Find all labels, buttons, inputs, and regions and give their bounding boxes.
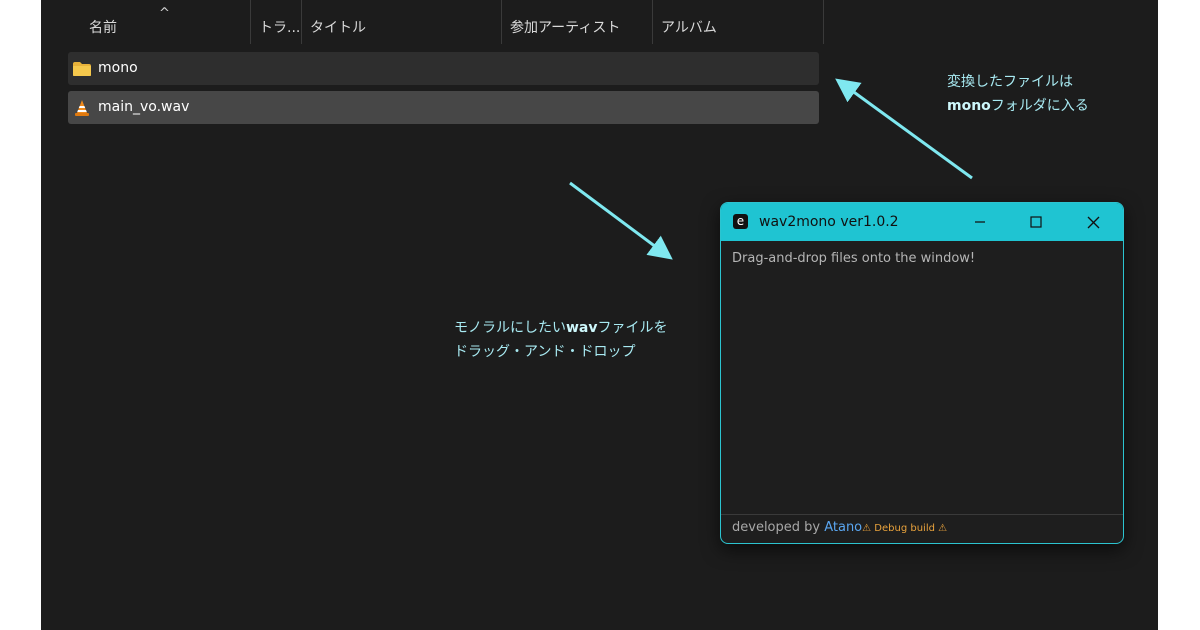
annotation-text: モノラルにしたい xyxy=(454,320,566,336)
maximize-icon xyxy=(1030,216,1042,228)
debug-build-badge: ⚠ Debug build ⚠ xyxy=(862,523,948,534)
annotation-bold: mono xyxy=(947,98,991,114)
window-title: wav2mono ver1.0.2 xyxy=(759,214,899,230)
sort-ascending-icon: ^ xyxy=(159,6,170,21)
title-bar[interactable]: e wav2mono ver1.0.2 xyxy=(721,203,1123,241)
minimize-button[interactable] xyxy=(957,203,1003,241)
footer-prefix: developed by xyxy=(732,520,825,535)
annotation-line: monoフォルダに入る xyxy=(947,94,1089,118)
drop-zone-hint: Drag-and-drop files onto the window! xyxy=(732,251,976,266)
annotation-line: ドラッグ・アンド・ドロップ xyxy=(454,344,636,360)
annotation-text: フォルダに入る xyxy=(990,98,1089,114)
column-header-artist[interactable]: 参加アーティスト xyxy=(502,0,653,44)
annotation-bold: wav xyxy=(566,320,598,336)
column-header-track[interactable]: トラ... xyxy=(251,0,302,44)
annotation-drag-drop: モノラルにしたいwavファイルを ドラッグ・アンド・ドロップ xyxy=(454,316,668,364)
close-button[interactable] xyxy=(1070,203,1116,241)
app-logo-icon: e xyxy=(733,214,748,229)
file-name: main_vo.wav xyxy=(98,99,190,115)
maximize-button[interactable] xyxy=(1013,203,1059,241)
annotation-text: ファイルを xyxy=(597,320,668,336)
footer-bar: developed by Atano⚠ Debug build ⚠ xyxy=(721,514,1123,543)
annotation-line: モノラルにしたいwavファイルを xyxy=(454,316,668,340)
close-icon xyxy=(1087,216,1099,228)
column-header-bar: 名前 ^ トラ... タイトル 参加アーティスト アルバム xyxy=(41,0,1158,44)
column-header-album[interactable]: アルバム xyxy=(653,0,824,44)
author-link[interactable]: Atano xyxy=(824,520,862,535)
annotation-output-folder: 変換したファイルは monoフォルダに入る xyxy=(947,70,1089,118)
vlc-cone-icon xyxy=(72,99,92,117)
annotation-line: 変換したファイルは xyxy=(947,74,1073,90)
file-row-main-vo-wav[interactable]: main_vo.wav xyxy=(68,91,819,124)
file-row-mono-folder[interactable]: mono xyxy=(68,52,819,85)
column-header-title[interactable]: タイトル xyxy=(302,0,502,44)
folder-icon xyxy=(72,60,92,78)
file-name: mono xyxy=(98,60,138,76)
wav2mono-window[interactable]: e wav2mono ver1.0.2 Drag-and-drop files … xyxy=(720,202,1124,544)
minimize-icon xyxy=(975,221,985,223)
